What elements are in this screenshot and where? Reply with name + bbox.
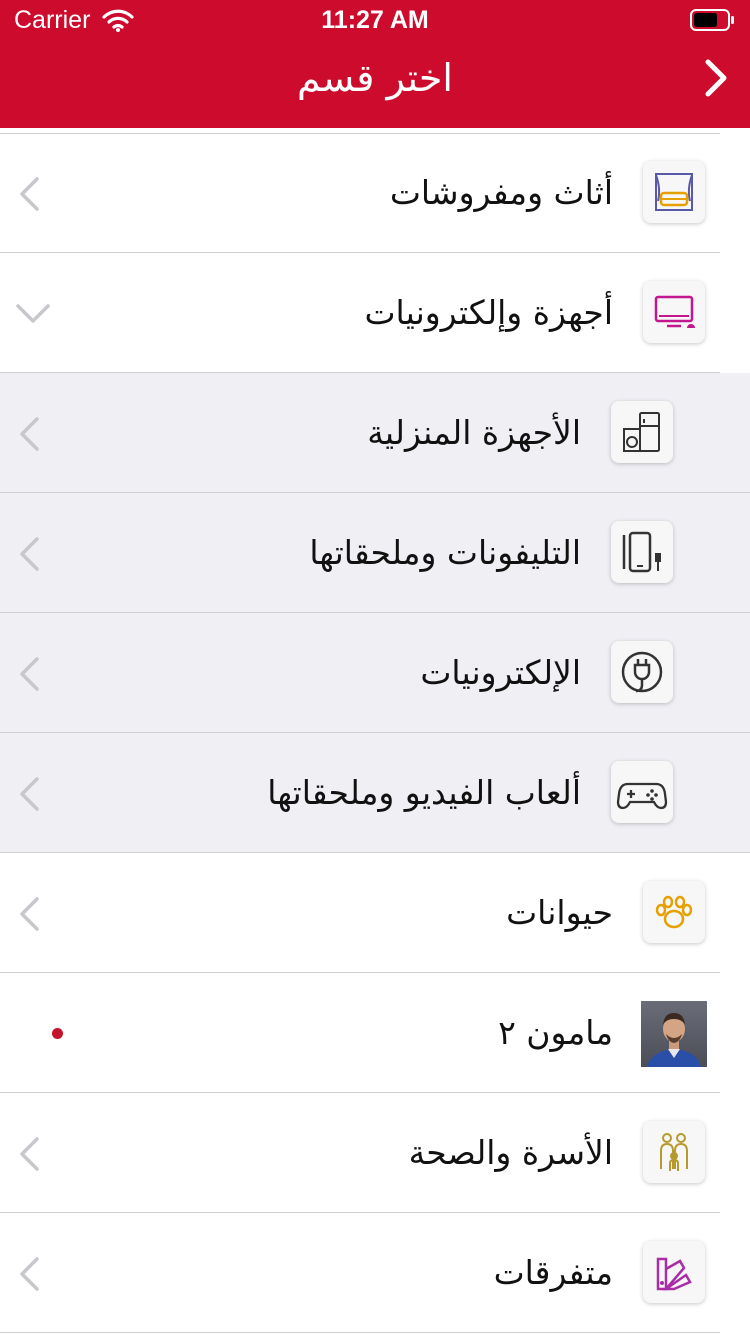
category-label: حيوانات bbox=[506, 893, 613, 932]
unread-dot bbox=[52, 1028, 63, 1039]
category-label: مامون ٢ bbox=[498, 1013, 613, 1052]
battery-icon bbox=[690, 9, 736, 35]
status-time: 11:27 AM bbox=[321, 6, 429, 34]
furniture-icon bbox=[643, 161, 705, 223]
category-label: أثاث ومفروشات bbox=[389, 173, 613, 212]
phone-icon bbox=[611, 521, 673, 583]
subcategory-row-electronics[interactable]: الإلكترونيات bbox=[0, 613, 750, 733]
chevron-left-icon bbox=[20, 177, 39, 211]
category-row-animals[interactable]: حيوانات bbox=[0, 853, 720, 973]
category-label: الأسرة والصحة bbox=[408, 1133, 613, 1172]
paw-icon bbox=[643, 881, 705, 943]
power-plug-icon bbox=[611, 641, 673, 703]
color-swatch-icon bbox=[643, 1241, 705, 1303]
page-title: اختر قسم bbox=[297, 56, 453, 100]
category-row-family-health[interactable]: الأسرة والصحة bbox=[0, 1093, 720, 1213]
category-label: ألعاب الفيديو وملحقاتها bbox=[267, 773, 581, 812]
chevron-left-icon bbox=[20, 1257, 39, 1291]
monitor-icon bbox=[643, 281, 705, 343]
category-label: متفرقات bbox=[493, 1253, 613, 1292]
status-bar: Carrier 11:27 AM bbox=[0, 0, 750, 40]
subcategory-row-phones[interactable]: التليفونات وملحقاتها bbox=[0, 493, 750, 613]
chevron-down-icon bbox=[16, 304, 50, 323]
chevron-left-icon bbox=[20, 417, 39, 451]
home-appliances-icon bbox=[611, 401, 673, 463]
category-row-misc[interactable]: متفرقات bbox=[0, 1213, 720, 1333]
family-icon bbox=[643, 1121, 705, 1183]
chevron-left-icon bbox=[20, 777, 39, 811]
category-row-electronics[interactable]: أجهزة وإلكترونيات bbox=[0, 253, 720, 373]
category-label: الإلكترونيات bbox=[420, 653, 581, 692]
chevron-left-icon bbox=[20, 537, 39, 571]
category-row-mamoun[interactable]: مامون ٢ bbox=[0, 973, 720, 1093]
chevron-left-icon bbox=[20, 897, 39, 931]
subcategory-row-home-appliances[interactable]: الأجهزة المنزلية bbox=[0, 373, 750, 493]
category-label: أجهزة وإلكترونيات bbox=[364, 293, 613, 332]
back-button[interactable] bbox=[696, 56, 736, 100]
chevron-right-icon bbox=[705, 59, 727, 97]
category-row-furniture[interactable]: أثاث ومفروشات bbox=[0, 133, 720, 253]
chevron-left-icon bbox=[20, 657, 39, 691]
category-label: التليفونات وملحقاتها bbox=[309, 533, 581, 572]
category-label: الأجهزة المنزلية bbox=[367, 413, 581, 452]
header-bar: Carrier 11:27 AM اختر قسم bbox=[0, 0, 750, 128]
chevron-left-icon bbox=[20, 1137, 39, 1171]
gamepad-icon bbox=[611, 761, 673, 823]
subcategory-row-video-games[interactable]: ألعاب الفيديو وملحقاتها bbox=[0, 733, 750, 853]
avatar bbox=[641, 1001, 707, 1067]
